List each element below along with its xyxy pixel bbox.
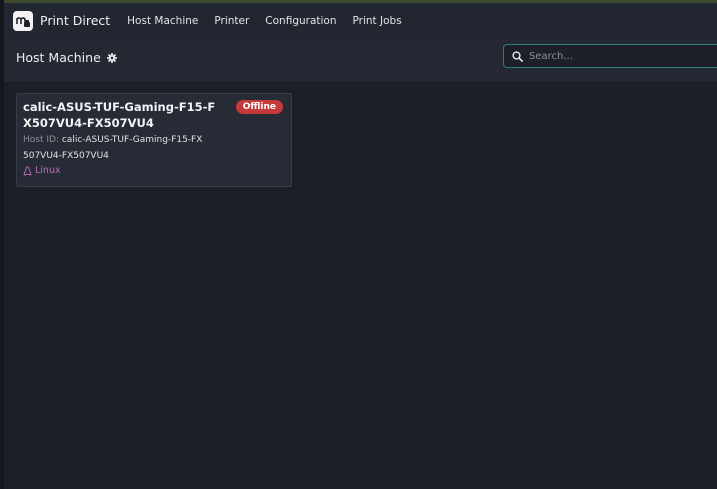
brand-name: Print Direct	[40, 13, 111, 28]
search-icon	[512, 50, 523, 62]
nav-item-printer[interactable]: Printer	[214, 15, 249, 27]
gear-icon[interactable]	[106, 52, 117, 63]
host-os-label: Linux	[35, 165, 61, 176]
brand-link[interactable]: Print Direct	[13, 10, 111, 31]
linux-icon	[23, 165, 32, 176]
nav-item-configuration[interactable]: Configuration	[265, 15, 336, 27]
host-card[interactable]: calic-ASUS-TUF-Gaming-F15-FX507VU4-FX507…	[16, 93, 292, 187]
host-id-label: Host ID:	[23, 135, 59, 145]
nav-links: Host Machine Printer Configuration Print…	[127, 15, 418, 27]
status-badge: Offline	[235, 100, 283, 114]
nav-item-print-jobs[interactable]: Print Jobs	[353, 15, 402, 27]
search-input[interactable]	[529, 50, 717, 62]
page-header: Host Machine	[4, 38, 717, 83]
page-title: Host Machine	[16, 50, 101, 65]
host-id: Host ID: calic-ASUS-TUF-Gaming-F15-FX507…	[23, 133, 203, 164]
nav-item-host-machine[interactable]: Host Machine	[127, 15, 198, 27]
top-navbar: Print Direct Host Machine Printer Config…	[4, 3, 717, 38]
page-title-group: Host Machine	[16, 50, 117, 65]
host-name: calic-ASUS-TUF-Gaming-F15-FX507VU4-FX507…	[23, 100, 216, 130]
host-os: Linux	[23, 165, 61, 176]
search-box[interactable]	[503, 44, 717, 68]
print-direct-logo-icon	[13, 10, 33, 31]
